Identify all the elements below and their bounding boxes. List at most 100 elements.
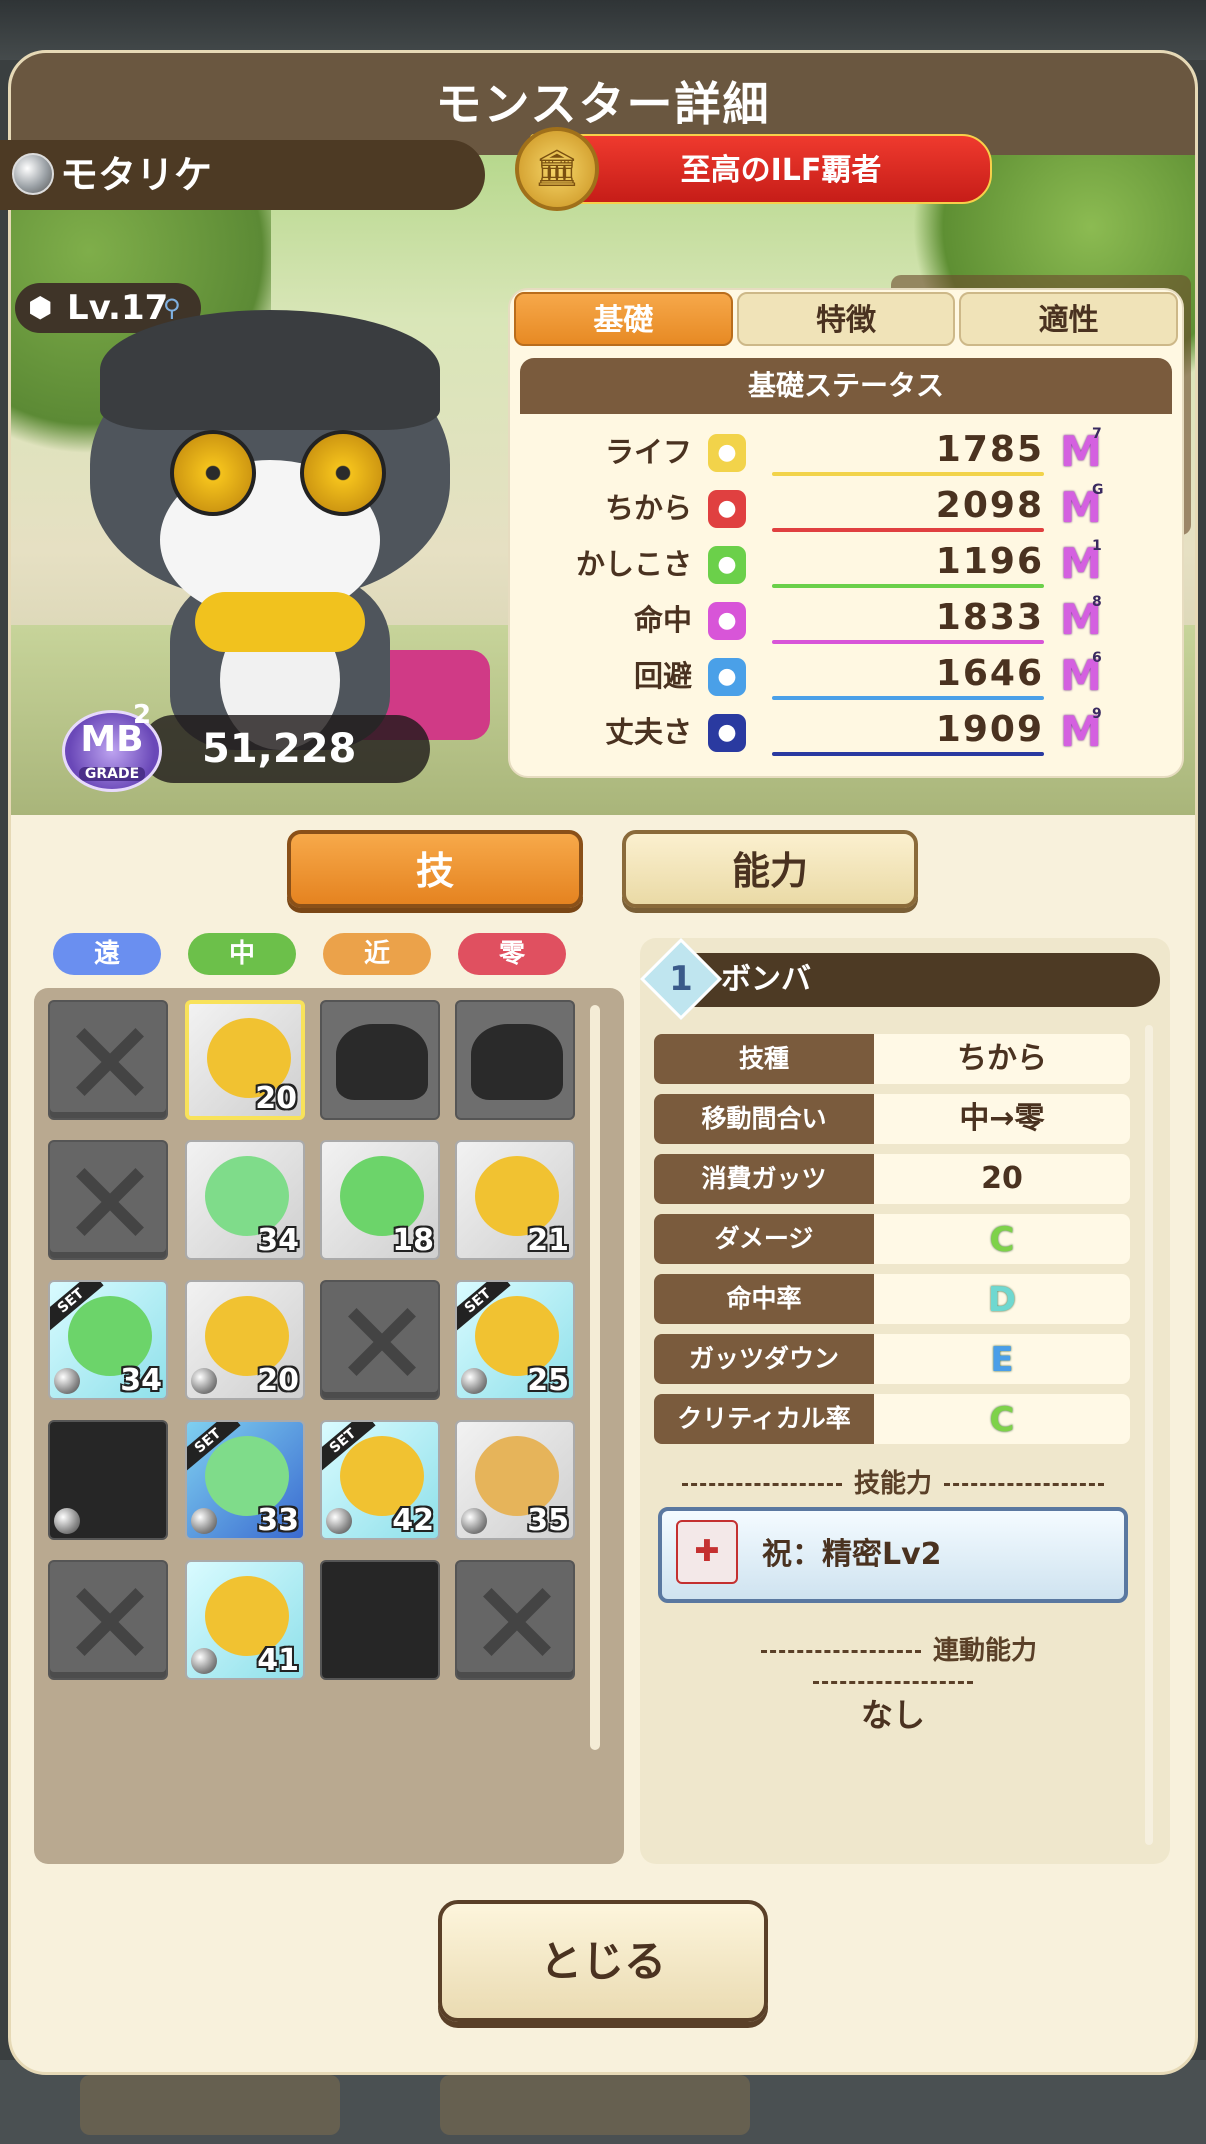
orb-icon: [54, 1508, 80, 1534]
grade-caption: GRADE: [79, 767, 145, 781]
stat-label: 丈夫さ: [604, 715, 692, 749]
skill-detail-key: 移動間合い: [654, 1094, 874, 1144]
stat-bar: [772, 696, 1044, 700]
skill-ability-header: 技能力: [660, 1463, 1126, 1500]
tab-basic[interactable]: 基礎: [514, 292, 733, 346]
orb-icon: [461, 1368, 487, 1394]
filter-far[interactable]: 遠: [53, 933, 161, 975]
locked-slot[interactable]: [455, 1560, 575, 1680]
skill-slot[interactable]: 20: [185, 1000, 305, 1120]
skill-detail-key: 技種: [654, 1034, 874, 1084]
locked-slot[interactable]: [48, 1140, 168, 1260]
skill-detail-scrollbar[interactable]: [1145, 1025, 1153, 1845]
silver-gem-icon: [12, 153, 54, 195]
stat-rank: G: [1092, 482, 1104, 498]
close-button[interactable]: とじる: [438, 1900, 768, 2022]
monster-power: 51,228: [140, 715, 430, 783]
background-button-left: [80, 2075, 340, 2135]
skill-detail-row: 消費ガッツ 20: [654, 1154, 1130, 1204]
book-icon: ●: [708, 546, 746, 584]
skill-slot[interactable]: 20: [185, 1280, 305, 1400]
monster-name: モタリケ: [0, 140, 485, 210]
skill-detail-key: 消費ガッツ: [654, 1154, 874, 1204]
stat-value: 1196: [935, 541, 1044, 582]
stat-value: 1909: [935, 709, 1044, 750]
grade-letter: E: [990, 1339, 1014, 1380]
skill-slot[interactable]: 35: [455, 1420, 575, 1540]
stat-bar: [772, 528, 1044, 532]
skill-cost: 21: [527, 1223, 569, 1258]
unknown-skill-slot[interactable]: [320, 1560, 440, 1680]
stat-value: 1785: [935, 429, 1044, 470]
skill-slot[interactable]: SET 33: [185, 1420, 305, 1540]
stat-row: ちから ● 2098 M G: [520, 480, 1180, 536]
stat-row: かしこさ ● 1196 M 1: [520, 536, 1180, 592]
skill-slot[interactable]: SET 25: [455, 1280, 575, 1400]
shield-icon: ●: [708, 714, 746, 752]
stat-rank: 7: [1092, 426, 1102, 442]
locked-slot[interactable]: [48, 1560, 168, 1680]
stat-value: 2098: [935, 485, 1044, 526]
skill-detail-row: 技種 ちから: [654, 1034, 1130, 1084]
unknown-skill-slot[interactable]: [320, 1000, 440, 1120]
silhouette: [471, 1024, 563, 1100]
skill-slot[interactable]: 34: [185, 1140, 305, 1260]
orb-icon: [191, 1508, 217, 1534]
filter-zero[interactable]: 零: [458, 933, 566, 975]
skill-slot[interactable]: 41: [185, 1560, 305, 1680]
stat-tabs: 基礎 特徴 適性: [514, 292, 1179, 346]
skill-cost: 35: [527, 1503, 569, 1538]
stat-rank: 8: [1092, 594, 1102, 610]
skill-detail-row: ダメージ C: [654, 1214, 1130, 1264]
monster-hair: [100, 310, 440, 430]
skill-slot[interactable]: 21: [455, 1140, 575, 1260]
skill-cost: 20: [255, 1081, 297, 1116]
silhouette: [336, 1024, 428, 1100]
tab-aptitude[interactable]: 適性: [959, 292, 1179, 346]
grade-letter: D: [987, 1279, 1017, 1320]
stat-label: ちから: [604, 491, 692, 525]
title-badge[interactable]: 至高のILF覇者: [530, 134, 992, 204]
orb-icon: [191, 1368, 217, 1394]
stat-rank: 9: [1092, 706, 1102, 722]
stat-row: 丈夫さ ● 1909 M 9: [520, 704, 1180, 760]
skill-grid-scrollbar[interactable]: [590, 1005, 600, 1750]
grade-letter: C: [989, 1399, 1015, 1440]
colosseum-icon: 🏛: [515, 127, 599, 211]
skill-detail-key: 命中率: [654, 1274, 874, 1324]
cube-icon: ⬢: [28, 291, 53, 324]
skill-slot[interactable]: SET 42: [320, 1420, 440, 1540]
skill-detail-value: C: [874, 1394, 1130, 1444]
stat-rank: 6: [1092, 650, 1102, 666]
orb-icon: [461, 1508, 487, 1534]
stat-rank: 1: [1092, 538, 1102, 554]
stat-value: 1646: [935, 653, 1044, 694]
filter-near[interactable]: 近: [323, 933, 431, 975]
abilities-button[interactable]: 能力: [622, 830, 918, 908]
skills-button[interactable]: 技: [287, 830, 583, 908]
stats-header: 基礎ステータス: [520, 358, 1172, 414]
skill-detail-row: 移動間合い 中→零: [654, 1094, 1130, 1144]
locked-slot[interactable]: [48, 1000, 168, 1120]
skill-detail-value: D: [874, 1274, 1130, 1324]
tab-traits[interactable]: 特徴: [736, 292, 956, 346]
skill-ability-header-text: 技能力: [853, 1469, 932, 1499]
skill-slot[interactable]: SET 34: [48, 1280, 168, 1400]
stat-label: ライフ: [604, 435, 692, 469]
skill-detail-key: ガッツダウン: [654, 1334, 874, 1384]
ability-icon: ✚: [676, 1520, 738, 1584]
skill-cost: 33: [257, 1503, 299, 1538]
skill-detail-value: E: [874, 1334, 1130, 1384]
unknown-skill-slot[interactable]: [48, 1420, 168, 1540]
stat-bar: [772, 752, 1044, 756]
skill-slot[interactable]: 18: [320, 1140, 440, 1260]
skill-detail-row: クリティカル率 C: [654, 1394, 1130, 1444]
stat-label: かしこさ: [575, 547, 692, 581]
unknown-skill-slot[interactable]: [455, 1000, 575, 1120]
filter-mid[interactable]: 中: [188, 933, 296, 975]
orb-icon: [54, 1368, 80, 1394]
linked-ability-header: 連動能力: [660, 1630, 1126, 1697]
background-button-right: [440, 2075, 750, 2135]
stat-bar: [772, 584, 1044, 588]
locked-slot[interactable]: [320, 1280, 440, 1400]
